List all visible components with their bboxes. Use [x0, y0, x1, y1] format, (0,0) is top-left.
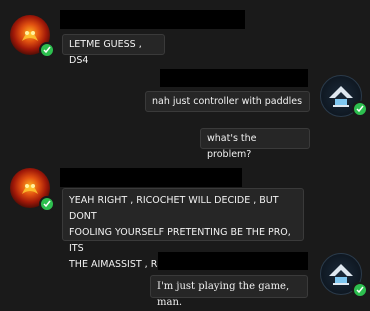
message-bubble: I'm just playing the game, man.	[150, 275, 308, 308]
message-bubble: LETME GUESS , DS4	[62, 34, 165, 66]
redacted-username	[60, 10, 245, 29]
message-text: nah just controller with paddles	[152, 96, 303, 107]
check-icon	[356, 105, 364, 113]
check-icon	[43, 200, 51, 208]
message-bubble: YEAH RIGHT , RICOCHET WILL DECIDE , BUT …	[62, 188, 304, 270]
message-text: LETME GUESS , DS4	[69, 39, 142, 66]
online-status-badge	[39, 42, 55, 58]
redacted-username	[160, 69, 308, 87]
online-status-badge	[352, 101, 368, 117]
message-line: YEAH RIGHT , RICOCHET WILL DECIDE , BUT …	[69, 195, 279, 222]
check-icon	[356, 286, 364, 294]
message-text: I'm just playing the game, man.	[157, 281, 290, 308]
check-icon	[43, 46, 51, 54]
redacted-username	[60, 168, 242, 187]
message-bubble: what's the problem?	[200, 128, 310, 160]
redacted-username	[158, 252, 308, 270]
online-status-badge	[352, 282, 368, 298]
message-bubble: nah just controller with paddles	[145, 91, 310, 112]
online-status-badge	[39, 196, 55, 212]
message-text: what's the problem?	[207, 133, 257, 160]
